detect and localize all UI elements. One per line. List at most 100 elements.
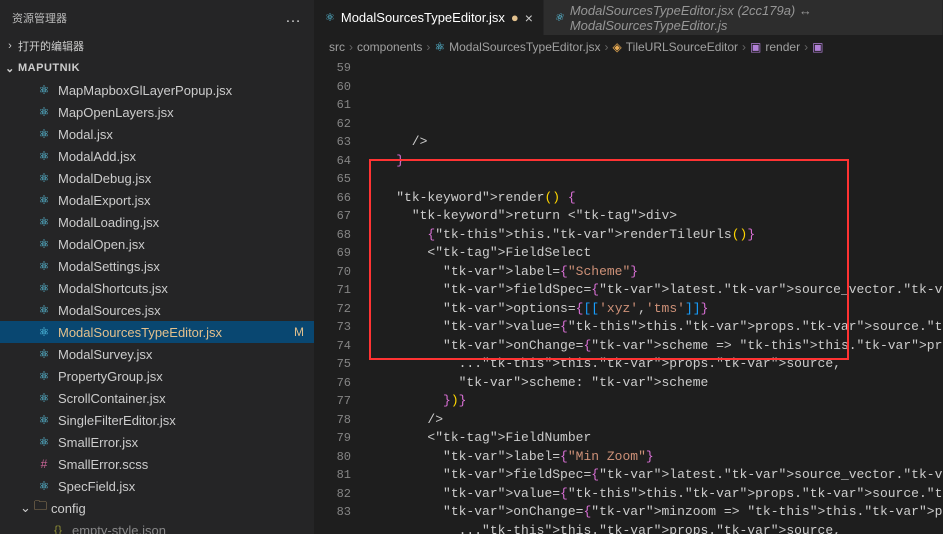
- file-name: empty-style.json: [72, 523, 166, 534]
- react-icon: ⚛: [36, 148, 52, 164]
- code-line[interactable]: "tk-var">label={"Scheme"}: [365, 263, 943, 282]
- code-line[interactable]: <"tk-tag">FieldSelect: [365, 244, 943, 263]
- react-icon: ⚛: [36, 368, 52, 384]
- folder-name: config: [51, 501, 86, 516]
- code-line[interactable]: })}: [365, 392, 943, 411]
- explorer-header: 资源管理器 …: [0, 0, 314, 35]
- code-line[interactable]: "tk-var">fieldSpec={"tk-var">latest."tk-…: [365, 466, 943, 485]
- line-number: 81: [315, 466, 351, 485]
- file-name: ModalSourcesTypeEditor.jsx: [58, 325, 222, 340]
- file-name: SmallError.jsx: [58, 435, 138, 450]
- line-number: 77: [315, 392, 351, 411]
- modified-badge: M: [294, 325, 304, 339]
- scss-icon: #: [36, 456, 52, 472]
- line-number: 76: [315, 374, 351, 393]
- react-icon: ⚛: [36, 280, 52, 296]
- file-item[interactable]: ⚛ModalDebug.jsx: [0, 167, 314, 189]
- file-item[interactable]: ⚛ ScrollContainer.jsx: [0, 387, 314, 409]
- chevron-right-icon: ›: [2, 40, 18, 52]
- more-actions-icon[interactable]: …: [285, 9, 302, 27]
- code-editor[interactable]: 5960616263646566676869707172737475767778…: [315, 59, 943, 534]
- folder-item[interactable]: ⌄🗀config: [0, 497, 314, 519]
- line-number: 70: [315, 263, 351, 282]
- project-section[interactable]: ⌄ MAPUTNIK: [0, 57, 314, 79]
- file-name: ModalShortcuts.jsx: [58, 281, 168, 296]
- file-item[interactable]: ⚛Modal.jsx: [0, 123, 314, 145]
- line-number: 78: [315, 411, 351, 430]
- breadcrumb-item[interactable]: ▣: [812, 40, 827, 54]
- file-name: PropertyGroup.jsx: [58, 369, 163, 384]
- file-item[interactable]: ⚛SingleFilterEditor.jsx: [0, 409, 314, 431]
- breadcrumb-item[interactable]: components: [357, 40, 422, 54]
- tab-diff[interactable]: ⚛ ModalSourcesTypeEditor.jsx (2cc179a) ↔…: [544, 0, 943, 35]
- file-item[interactable]: ⚛ ModalLoading.jsx: [0, 211, 314, 233]
- tab-diff-label: ModalSourcesTypeEditor.jsx (2cc179a) ↔ M…: [570, 3, 932, 33]
- file-name: ScrollContainer.jsx: [58, 391, 166, 406]
- line-number: 75: [315, 355, 351, 374]
- file-name: ModalSettings.jsx: [58, 259, 160, 274]
- line-number: 73: [315, 318, 351, 337]
- code-content[interactable]: You, 14 days ago /> } "tk-keyword">rende…: [365, 59, 943, 534]
- file-item[interactable]: ⚛ModalSources.jsx: [0, 299, 314, 321]
- file-item[interactable]: ⚛ModalSurvey.jsx: [0, 343, 314, 365]
- code-line[interactable]: ..."tk-this">this."tk-var">props."tk-var…: [365, 355, 943, 374]
- file-item[interactable]: ⚛ModalSettings.jsx: [0, 255, 314, 277]
- file-name: SmallError.scss: [58, 457, 148, 472]
- code-line[interactable]: [365, 170, 943, 189]
- code-line[interactable]: "tk-var">onChange={"tk-var">minzoom => "…: [365, 503, 943, 522]
- breadcrumb-item[interactable]: ⚛ModalSourcesTypeEditor.jsx: [434, 40, 600, 54]
- file-item[interactable]: ⚛ PropertyGroup.jsx: [0, 365, 314, 387]
- folder-icon: 🗀: [34, 497, 47, 519]
- project-name: MAPUTNIK: [18, 62, 80, 74]
- file-name: ModalDebug.jsx: [58, 171, 151, 186]
- react-icon: ⚛: [36, 214, 52, 230]
- react-icon: ⚛: [554, 11, 564, 24]
- breadcrumbs[interactable]: src›components›⚛ModalSourcesTypeEditor.j…: [315, 35, 943, 59]
- breadcrumb-item[interactable]: ◈TileURLSourceEditor: [613, 40, 739, 54]
- react-icon: ⚛: [36, 434, 52, 450]
- file-item[interactable]: {}empty-style.json: [0, 519, 314, 534]
- file-item[interactable]: ⚛ ModalAdd.jsx: [0, 145, 314, 167]
- file-name: ModalLoading.jsx: [58, 215, 159, 230]
- file-item[interactable]: ⚛MapMapboxGlLayerPopup.jsx: [0, 79, 314, 101]
- breadcrumb-item[interactable]: ▣ render: [750, 40, 800, 54]
- close-icon[interactable]: ×: [525, 10, 533, 26]
- react-icon: ⚛: [36, 126, 52, 142]
- code-line[interactable]: "tk-var">scheme: "tk-var">scheme: [365, 374, 943, 393]
- code-line[interactable]: {"tk-this">this."tk-var">renderTileUrls(…: [365, 226, 943, 245]
- line-number: 64: [315, 152, 351, 171]
- code-line[interactable]: <"tk-tag">FieldNumber: [365, 429, 943, 448]
- code-line[interactable]: "tk-var">value={"tk-this">this."tk-var">…: [365, 318, 943, 337]
- file-name: ModalAdd.jsx: [58, 149, 136, 164]
- file-item[interactable]: # SmallError.scss: [0, 453, 314, 475]
- breadcrumb-label: src: [329, 40, 345, 54]
- breadcrumb-item[interactable]: src: [329, 40, 345, 54]
- react-icon: ⚛: [36, 390, 52, 406]
- code-line[interactable]: "tk-keyword">return <"tk-tag">div>: [365, 207, 943, 226]
- file-name: SingleFilterEditor.jsx: [58, 413, 176, 428]
- file-item[interactable]: ⚛ SmallError.jsx: [0, 431, 314, 453]
- open-editors-section[interactable]: › 打开的编辑器: [0, 35, 314, 57]
- line-number: 71: [315, 281, 351, 300]
- file-item[interactable]: ⚛ModalOpen.jsx: [0, 233, 314, 255]
- code-line[interactable]: }: [365, 152, 943, 171]
- code-line[interactable]: "tk-keyword">render() {: [365, 189, 943, 208]
- breadcrumb-label: render: [765, 40, 800, 54]
- code-line[interactable]: "tk-var">value={"tk-this">this."tk-var">…: [365, 485, 943, 504]
- file-item[interactable]: ⚛ModalExport.jsx: [0, 189, 314, 211]
- tab-active[interactable]: ⚛ ModalSourcesTypeEditor.jsx ● ×: [315, 0, 544, 35]
- file-item[interactable]: ⚛ ModalShortcuts.jsx: [0, 277, 314, 299]
- code-line[interactable]: ..."tk-this">this."tk-var">props."tk-var…: [365, 522, 943, 534]
- file-item[interactable]: ⚛MapOpenLayers.jsx: [0, 101, 314, 123]
- method-icon: ▣: [750, 40, 761, 54]
- file-item[interactable]: ⚛SpecField.jsx: [0, 475, 314, 497]
- line-number: 69: [315, 244, 351, 263]
- code-line[interactable]: "tk-var">options={[['xyz','tms']]}: [365, 300, 943, 319]
- code-line[interactable]: "tk-var">onChange={"tk-var">scheme => "t…: [365, 337, 943, 356]
- code-line[interactable]: "tk-var">fieldSpec={"tk-var">latest."tk-…: [365, 281, 943, 300]
- file-name: ModalExport.jsx: [58, 193, 150, 208]
- file-item[interactable]: ⚛ModalSourcesTypeEditor.jsxM: [0, 321, 314, 343]
- code-line[interactable]: "tk-var">label={"Min Zoom"}: [365, 448, 943, 467]
- code-line[interactable]: />: [365, 133, 943, 152]
- code-line[interactable]: />: [365, 411, 943, 430]
